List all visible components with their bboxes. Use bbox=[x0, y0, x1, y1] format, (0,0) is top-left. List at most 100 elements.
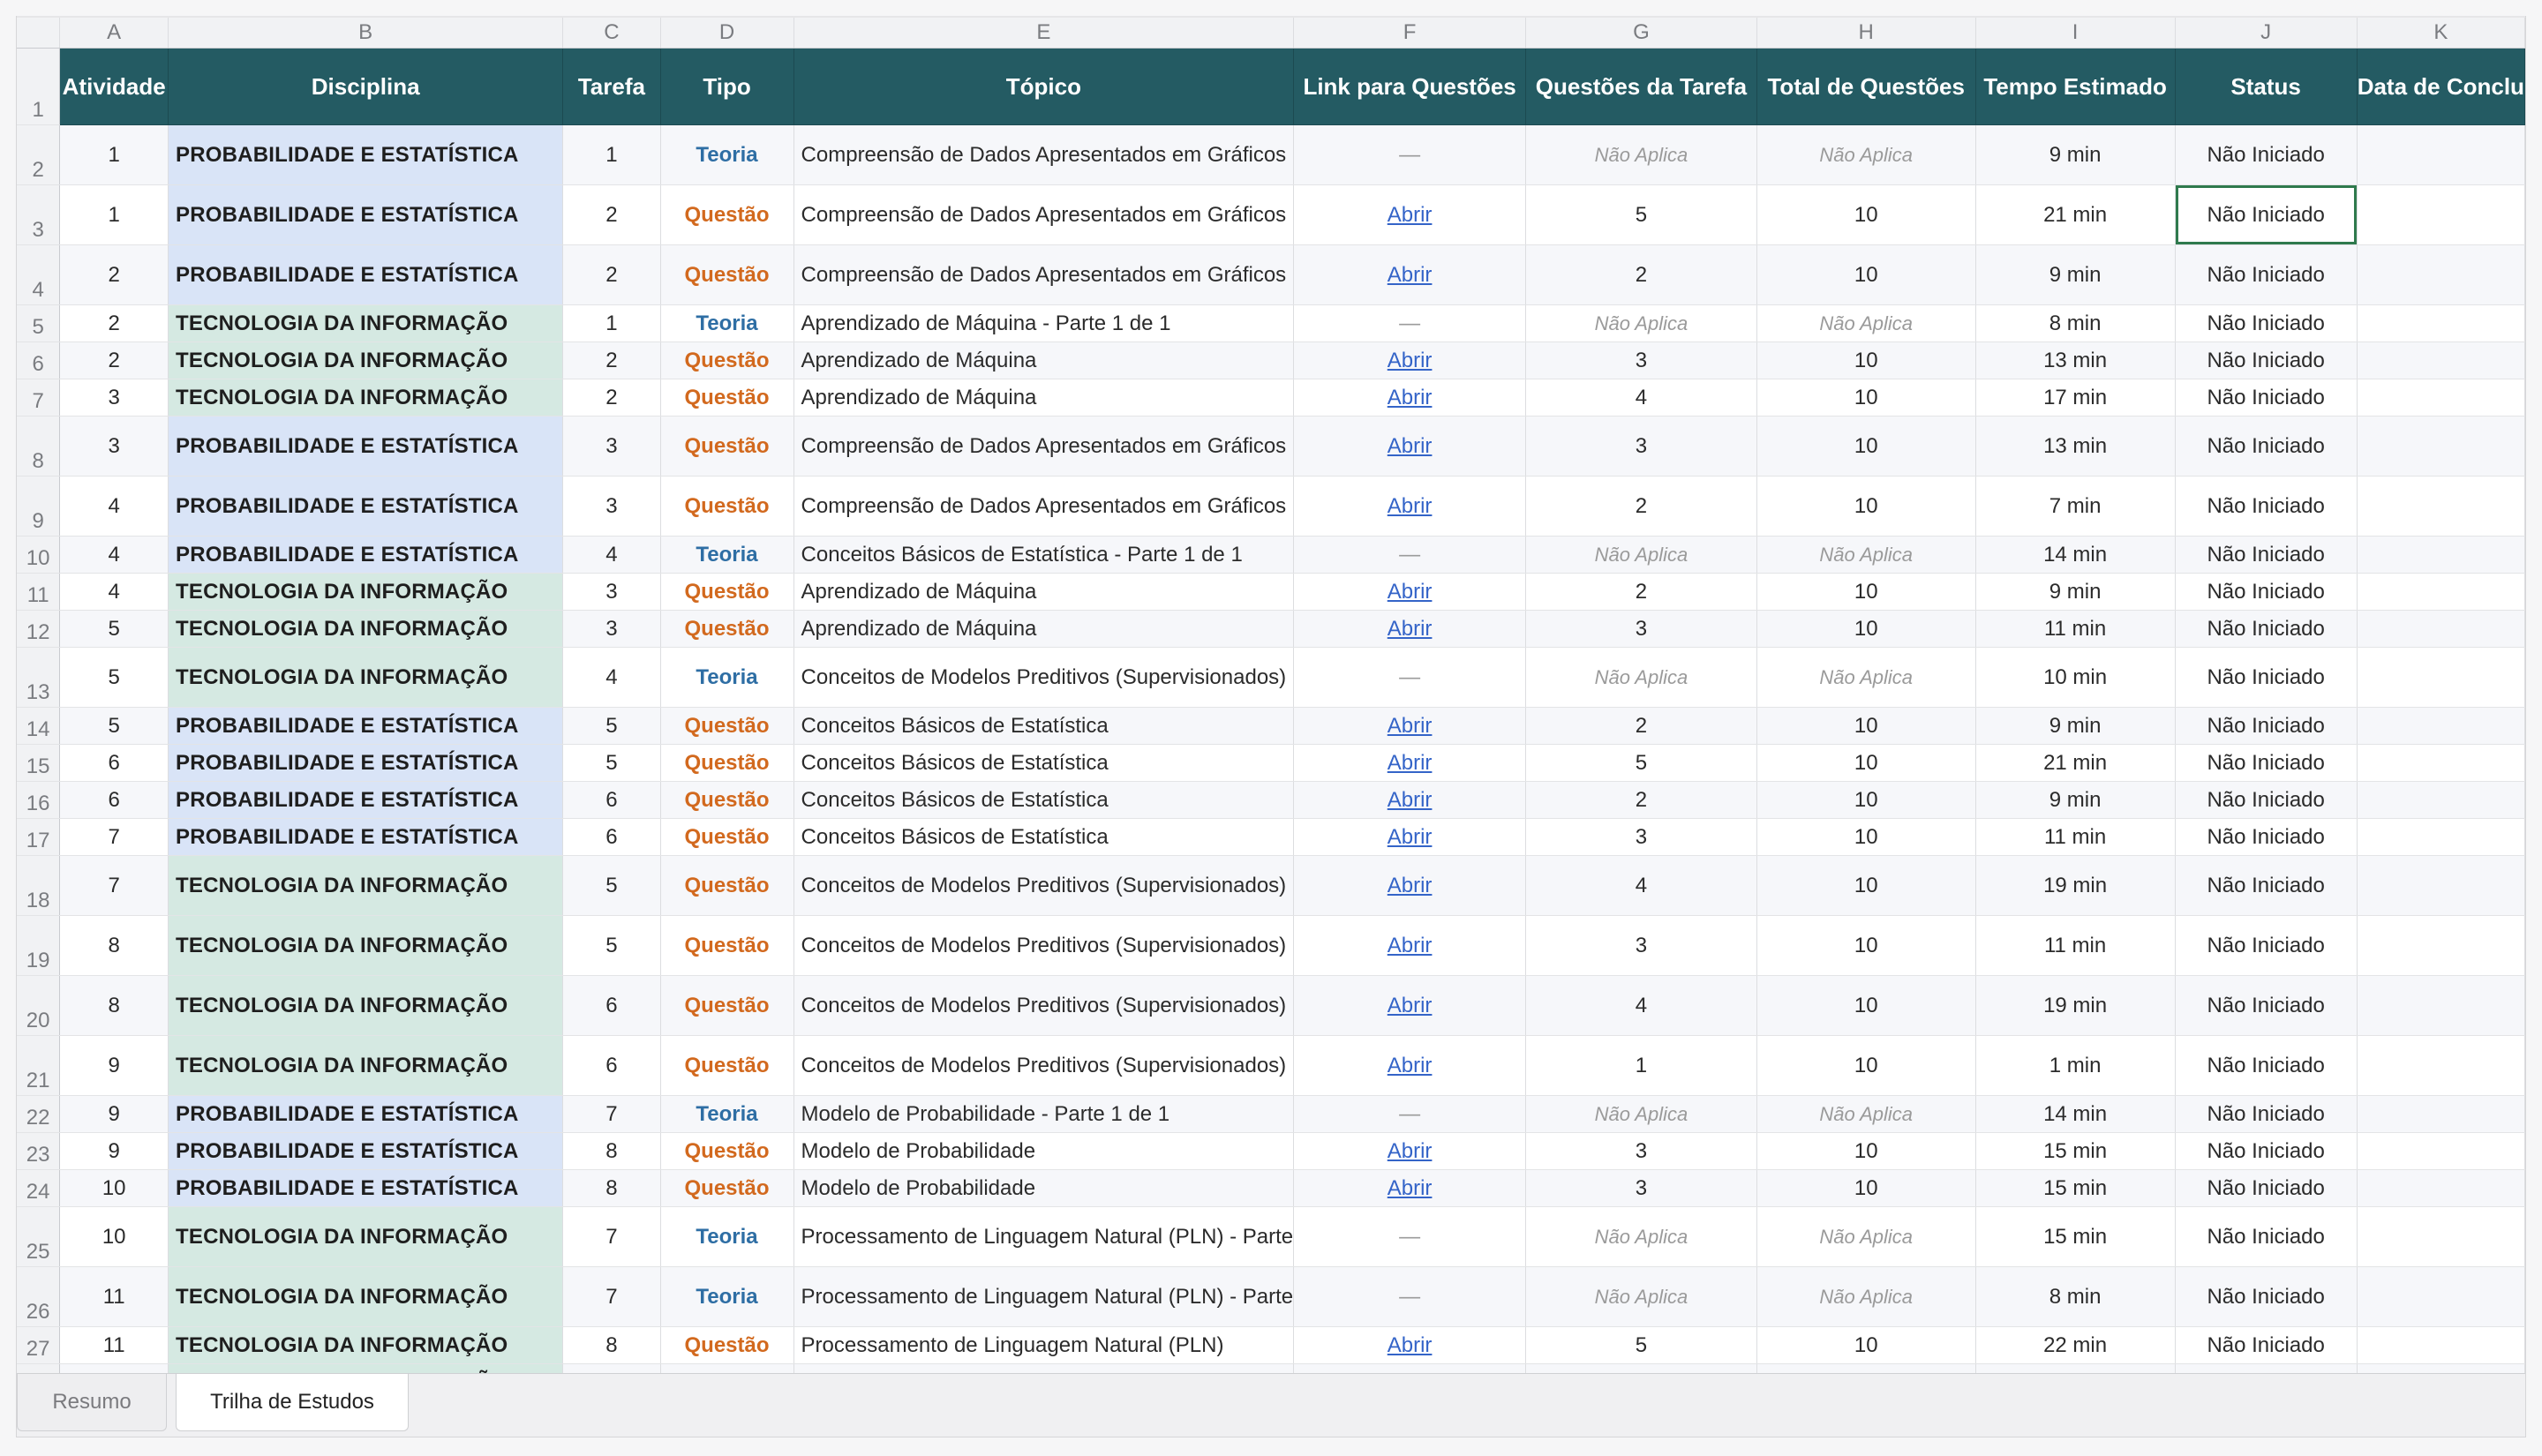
cell-data-conclusao[interactable] bbox=[2357, 1206, 2525, 1267]
cell-total-questoes[interactable]: 10 bbox=[1756, 476, 1976, 537]
column-header[interactable]: Tempo Estimado bbox=[1975, 48, 2176, 125]
cell-topico[interactable]: Modelo de Probabilidade bbox=[793, 1132, 1295, 1170]
cell-link[interactable]: — bbox=[1293, 124, 1527, 185]
cell-link[interactable]: Abrir bbox=[1293, 610, 1527, 648]
cell-tipo[interactable]: Questão bbox=[660, 573, 794, 611]
cell-tempo-estimado[interactable]: 9 min bbox=[1975, 124, 2176, 185]
cell-total-questoes[interactable]: 10 bbox=[1756, 915, 1976, 976]
cell-status[interactable]: Não Iniciado bbox=[2175, 744, 2358, 782]
cell-tipo[interactable]: Questão bbox=[660, 855, 794, 916]
cell-disciplina[interactable]: TECNOLOGIA DA INFORMAÇÃO bbox=[168, 1363, 564, 1373]
cell-atividade[interactable]: 5 bbox=[59, 707, 169, 745]
cell-atividade[interactable]: 7 bbox=[59, 818, 169, 856]
cell-data-conclusao[interactable] bbox=[2357, 707, 2525, 745]
cell-total-questoes[interactable]: 10 bbox=[1756, 1363, 1976, 1373]
cell-link[interactable]: — bbox=[1293, 1206, 1527, 1267]
cell-topico[interactable]: Conceitos de Modelos Preditivos (Supervi… bbox=[793, 975, 1295, 1036]
cell-data-conclusao[interactable] bbox=[2357, 416, 2525, 477]
cell-questoes-tarefa[interactable]: 3 bbox=[1525, 1132, 1757, 1170]
cell-disciplina[interactable]: PROBABILIDADE E ESTATÍSTICA bbox=[168, 184, 564, 245]
cell-data-conclusao[interactable] bbox=[2357, 536, 2525, 574]
cell-atividade[interactable]: 1 bbox=[59, 184, 169, 245]
cell-tarefa[interactable]: 2 bbox=[562, 244, 661, 305]
cell-status[interactable]: Não Iniciado bbox=[2175, 707, 2358, 745]
column-letter-header[interactable]: A bbox=[59, 18, 169, 49]
open-questions-link[interactable]: Abrir bbox=[1388, 263, 1433, 287]
cell-questoes-tarefa[interactable]: 4 bbox=[1525, 379, 1757, 417]
cell-tempo-estimado[interactable]: 19 min bbox=[1975, 855, 2176, 916]
cell-topico[interactable]: Conceitos Básicos de Estatística bbox=[793, 744, 1295, 782]
cell-total-questoes[interactable]: 10 bbox=[1756, 707, 1976, 745]
cell-data-conclusao[interactable] bbox=[2357, 855, 2525, 916]
cell-link[interactable]: Abrir bbox=[1293, 184, 1527, 245]
cell-atividade[interactable]: 9 bbox=[59, 1095, 169, 1133]
cell-status[interactable]: Não Iniciado bbox=[2175, 244, 2358, 305]
cell-data-conclusao[interactable] bbox=[2357, 184, 2525, 245]
cell-questoes-tarefa[interactable]: Não Aplica bbox=[1525, 1095, 1757, 1133]
cell-tipo[interactable]: Questão bbox=[660, 341, 794, 379]
cell-atividade[interactable]: 2 bbox=[59, 244, 169, 305]
cell-link[interactable]: Abrir bbox=[1293, 975, 1527, 1036]
cell-status[interactable]: Não Iniciado bbox=[2175, 781, 2358, 819]
cell-status[interactable]: Não Iniciado bbox=[2175, 610, 2358, 648]
cell-status[interactable]: Não Iniciado bbox=[2175, 1095, 2358, 1133]
cell-atividade[interactable]: 4 bbox=[59, 573, 169, 611]
cell-status[interactable]: Não Iniciado bbox=[2175, 1035, 2358, 1096]
cell-tempo-estimado[interactable]: 9 min bbox=[1975, 781, 2176, 819]
cell-data-conclusao[interactable] bbox=[2357, 781, 2525, 819]
cell-total-questoes[interactable]: 10 bbox=[1756, 184, 1976, 245]
cell-status[interactable]: Não Iniciado bbox=[2175, 975, 2358, 1036]
cell-questoes-tarefa[interactable]: Não Aplica bbox=[1525, 536, 1757, 574]
cell-link[interactable]: Abrir bbox=[1293, 1363, 1527, 1373]
cell-total-questoes[interactable]: Não Aplica bbox=[1756, 124, 1976, 185]
cell-disciplina[interactable]: PROBABILIDADE E ESTATÍSTICA bbox=[168, 244, 564, 305]
cell-disciplina[interactable]: TECNOLOGIA DA INFORMAÇÃO bbox=[168, 610, 564, 648]
cell-tipo[interactable]: Questão bbox=[660, 476, 794, 537]
cell-tipo[interactable]: Teoria bbox=[660, 1206, 794, 1267]
cell-disciplina[interactable]: TECNOLOGIA DA INFORMAÇÃO bbox=[168, 915, 564, 976]
cell-atividade[interactable]: 10 bbox=[59, 1169, 169, 1207]
cell-disciplina[interactable]: PROBABILIDADE E ESTATÍSTICA bbox=[168, 744, 564, 782]
column-header[interactable]: Tópico bbox=[793, 48, 1295, 125]
cell-tarefa[interactable]: 3 bbox=[562, 476, 661, 537]
cell-tipo[interactable]: Questão bbox=[660, 915, 794, 976]
row-number[interactable]: 8 bbox=[17, 416, 61, 477]
cell-atividade[interactable]: 4 bbox=[59, 536, 169, 574]
cell-topico[interactable]: Conceitos Básicos de Estatística bbox=[793, 818, 1295, 856]
cell-tempo-estimado[interactable]: 15 min bbox=[1975, 1206, 2176, 1267]
cell-tarefa[interactable]: 5 bbox=[562, 855, 661, 916]
cell-tipo[interactable]: Questão bbox=[660, 975, 794, 1036]
cell-status[interactable]: Não Iniciado bbox=[2175, 1206, 2358, 1267]
cell-total-questoes[interactable]: 10 bbox=[1756, 855, 1976, 916]
row-number[interactable]: 15 bbox=[17, 744, 61, 782]
cell-atividade[interactable]: 9 bbox=[59, 1035, 169, 1096]
column-letter-header[interactable]: D bbox=[660, 18, 794, 49]
cell-tarefa[interactable]: 5 bbox=[562, 744, 661, 782]
cell-status[interactable]: Não Iniciado bbox=[2175, 1132, 2358, 1170]
row-number[interactable]: 2 bbox=[17, 124, 61, 185]
cell-topico[interactable]: Compreensão de Dados Apresentados em Grá… bbox=[793, 184, 1295, 245]
cell-tipo[interactable]: Teoria bbox=[660, 536, 794, 574]
row-number[interactable]: 9 bbox=[17, 476, 61, 537]
cell-link[interactable]: Abrir bbox=[1293, 573, 1527, 611]
cell-tarefa[interactable]: 1 bbox=[562, 304, 661, 342]
cell-link[interactable]: Abrir bbox=[1293, 379, 1527, 417]
cell-tempo-estimado[interactable]: 14 min bbox=[1975, 536, 2176, 574]
cell-atividade[interactable]: 2 bbox=[59, 341, 169, 379]
cell-tarefa[interactable]: 3 bbox=[562, 416, 661, 477]
cell-tarefa[interactable]: 6 bbox=[562, 1035, 661, 1096]
cell-status[interactable]: Não Iniciado bbox=[2175, 304, 2358, 342]
cell-questoes-tarefa[interactable]: Não Aplica bbox=[1525, 304, 1757, 342]
sheet-grid[interactable]: A B C D E F G H I J K 1 Atividade Disciplina Tarefa Tip… bbox=[17, 18, 2525, 1373]
cell-questoes-tarefa[interactable]: 3 bbox=[1525, 610, 1757, 648]
open-questions-link[interactable]: Abrir bbox=[1388, 1333, 1433, 1357]
cell-total-questoes[interactable]: 10 bbox=[1756, 573, 1976, 611]
row-number[interactable]: 1 bbox=[17, 48, 61, 125]
cell-atividade[interactable]: 11 bbox=[59, 1326, 169, 1364]
cell-atividade[interactable]: 8 bbox=[59, 975, 169, 1036]
cell-data-conclusao[interactable] bbox=[2357, 341, 2525, 379]
cell-disciplina[interactable]: TECNOLOGIA DA INFORMAÇÃO bbox=[168, 573, 564, 611]
row-number[interactable]: 26 bbox=[17, 1266, 61, 1327]
open-questions-link[interactable]: Abrir bbox=[1388, 349, 1433, 372]
cell-link[interactable]: Abrir bbox=[1293, 1035, 1527, 1096]
